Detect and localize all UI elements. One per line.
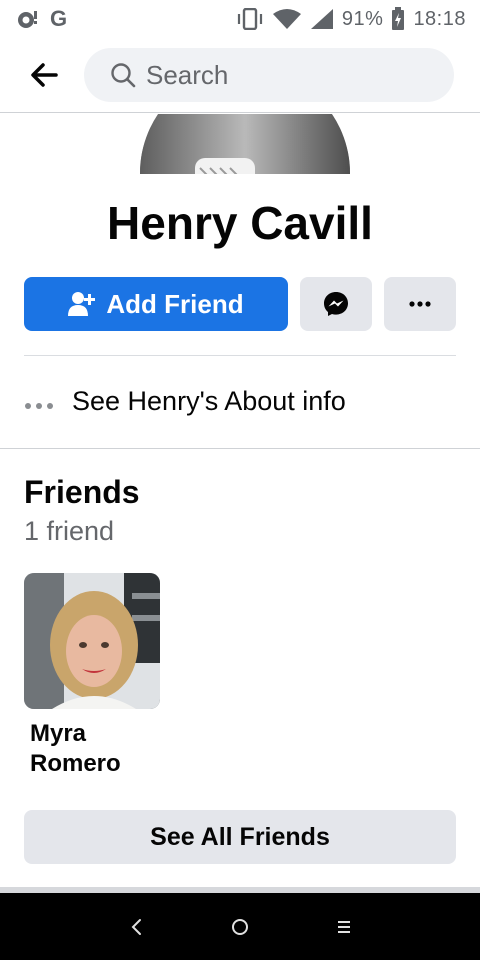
camera-notification-icon — [16, 8, 40, 30]
nav-home-icon — [232, 918, 248, 935]
battery-icon — [391, 7, 405, 31]
more-options-button[interactable] — [384, 277, 456, 331]
nav-home-button[interactable] — [188, 897, 292, 957]
add-friend-button[interactable]: Add Friend — [24, 277, 288, 331]
top-header — [0, 38, 480, 113]
profile-photo[interactable] — [140, 114, 350, 174]
search-icon — [111, 63, 136, 88]
more-horizontal-icon — [409, 301, 431, 307]
add-friend-label: Add Friend — [106, 288, 244, 319]
see-all-friends-button[interactable]: See All Friends — [24, 810, 456, 864]
profile-photo-clip — [0, 114, 480, 174]
signal-icon — [310, 8, 334, 30]
system-nav-bar — [0, 893, 480, 960]
profile-actions: Add Friend — [24, 277, 456, 331]
battery-percentage: 91% — [341, 7, 384, 30]
vibrate-icon — [236, 8, 264, 30]
search-input[interactable] — [146, 59, 446, 91]
nav-recents-icon — [338, 920, 350, 933]
google-icon: G — [50, 6, 68, 31]
friend-card[interactable]: Myra Romero — [24, 573, 160, 779]
ellipsis-icon — [24, 386, 72, 417]
friend-name: Myra Romero — [30, 720, 121, 777]
see-about-info-label: See Henry's About info — [72, 385, 346, 416]
friends-section-title: Friends — [24, 474, 140, 510]
friend-avatar — [24, 573, 160, 709]
status-bar: G 91% 18:18 — [0, 0, 480, 38]
friends-count: 1 friend — [24, 516, 115, 546]
search-bar[interactable] — [84, 48, 454, 102]
message-button[interactable] — [300, 277, 372, 331]
back-button[interactable] — [12, 43, 76, 107]
divider — [24, 355, 456, 356]
nav-back-button[interactable] — [84, 897, 188, 957]
add-person-icon — [68, 292, 96, 316]
profile-name: Henry Cavill — [107, 197, 373, 249]
nav-back-icon — [131, 918, 141, 935]
wifi-icon — [272, 8, 302, 30]
see-about-info-row[interactable]: See Henry's About info — [24, 372, 456, 430]
messenger-icon — [324, 292, 348, 316]
arrow-left-icon — [31, 63, 58, 87]
nav-recents-button[interactable] — [292, 897, 396, 957]
section-divider — [0, 448, 480, 449]
clock: 18:18 — [413, 7, 466, 30]
